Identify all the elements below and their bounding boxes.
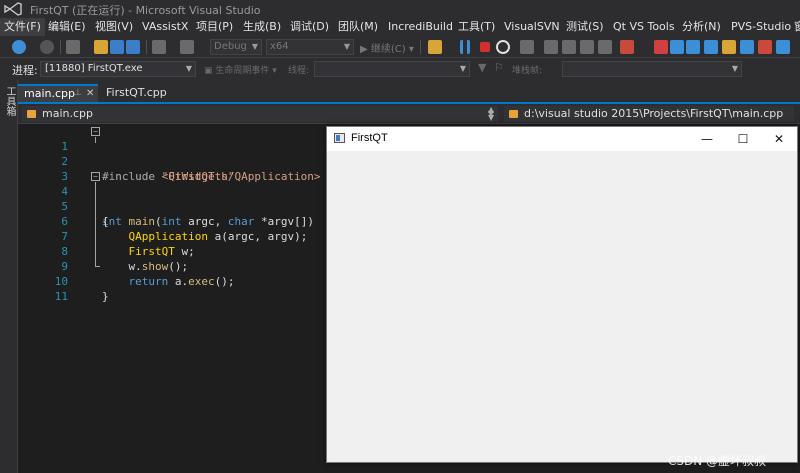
- file-scope-icon: [27, 110, 36, 118]
- menu-analyze[interactable]: 分析(N): [678, 18, 725, 36]
- maximize-button[interactable]: ☐: [725, 127, 761, 151]
- document-tabs: main.cpp ⊥ ✕ FirstQT.cpp: [18, 84, 800, 102]
- stackframe-select[interactable]: ▼: [562, 61, 742, 77]
- lifecycle-events-button[interactable]: ▣ 生命周期事件 ▾: [204, 63, 277, 76]
- app-window-client-area[interactable]: [327, 151, 797, 462]
- show-next-statement-icon[interactable]: [520, 40, 534, 54]
- restart-icon[interactable]: [496, 40, 510, 54]
- close-tab-icon[interactable]: ✕: [86, 86, 94, 101]
- platform-select[interactable]: x64 ▼: [266, 39, 354, 55]
- qt-designer-icon[interactable]: [670, 40, 684, 54]
- find-icon[interactable]: [704, 40, 718, 54]
- step-out-icon[interactable]: [580, 40, 594, 54]
- scroll-arrows-icon[interactable]: ▲ ▼: [488, 106, 494, 122]
- member-icon: [509, 110, 518, 118]
- process-select[interactable]: [11880] FirstQT.exe ▼: [40, 61, 196, 77]
- menu-pvs-studio[interactable]: PVS-Studio: [727, 18, 795, 36]
- toolbox-label[interactable]: 工具箱: [3, 86, 15, 116]
- menu-test[interactable]: 测试(S): [562, 18, 608, 36]
- step-over-icon[interactable]: [562, 40, 576, 54]
- tool-icon[interactable]: [758, 40, 772, 54]
- standard-toolbar: Debug ▼ x64 ▼ ▶ 继续(C) ▾: [0, 36, 800, 58]
- tab-label: FirstQT.cpp: [106, 86, 167, 99]
- pin-icon[interactable]: ⊥: [74, 86, 82, 101]
- menu-file[interactable]: 文件(F): [0, 18, 45, 36]
- back-icon[interactable]: [12, 40, 26, 54]
- minimize-button[interactable]: —: [689, 127, 725, 151]
- title-bar: FirstQT (正在运行) - Microsoft Visual Studio: [0, 0, 800, 18]
- code-text: }: [102, 290, 109, 303]
- scope-select[interactable]: main.cpp ▼: [22, 106, 498, 122]
- firstqt-app-window[interactable]: FirstQT — ☐ ✕: [326, 126, 798, 463]
- tab-firstqt-cpp[interactable]: FirstQT.cpp: [100, 84, 180, 102]
- filter-icon[interactable]: ▼: [478, 61, 486, 74]
- undo-icon[interactable]: [152, 40, 166, 54]
- menu-incredibuild[interactable]: IncrediBuild: [384, 18, 457, 36]
- refactor-icon[interactable]: [740, 40, 754, 54]
- visual-studio-logo-icon: [4, 2, 22, 16]
- thread-select[interactable]: ▼: [314, 61, 470, 77]
- save-all-icon[interactable]: [126, 40, 140, 54]
- stackframe-label: 堆栈帧:: [512, 66, 543, 76]
- thread-label: 线程:: [288, 66, 310, 76]
- pvs-icon[interactable]: [722, 40, 736, 54]
- menu-window[interactable]: 窗: [790, 18, 800, 36]
- new-project-icon[interactable]: [66, 40, 80, 54]
- menu-vassistx[interactable]: VAssistX: [138, 18, 192, 36]
- qt-tool-icon[interactable]: [654, 40, 668, 54]
- extension-icon[interactable]: [776, 40, 790, 54]
- step-into-icon[interactable]: [544, 40, 558, 54]
- process-label: 进程:: [12, 64, 38, 77]
- menu-project[interactable]: 项目(P): [192, 18, 237, 36]
- fold-collapse-icon[interactable]: −: [91, 172, 100, 181]
- close-button[interactable]: ✕: [761, 127, 797, 151]
- app-window-icon: [334, 133, 345, 143]
- menu-visualsvn[interactable]: VisualSVN: [500, 18, 564, 36]
- configuration-select[interactable]: Debug ▼: [210, 39, 262, 55]
- menu-team[interactable]: 团队(M): [334, 18, 382, 36]
- app-window-titlebar[interactable]: FirstQT — ☐ ✕: [327, 127, 797, 151]
- menu-build[interactable]: 生成(B): [239, 18, 285, 36]
- save-icon[interactable]: [110, 40, 124, 54]
- menu-tools[interactable]: 工具(T): [454, 18, 499, 36]
- menu-edit[interactable]: 编辑(E): [44, 18, 90, 36]
- menu-debug[interactable]: 调试(D): [286, 18, 333, 36]
- fold-collapse-icon[interactable]: −: [91, 127, 100, 136]
- window-title: FirstQT (正在运行) - Microsoft Visual Studio: [30, 4, 261, 17]
- menu-bar: 文件(F) 编辑(E) 视图(V) VAssistX 项目(P) 生成(B) 调…: [0, 18, 800, 36]
- navigation-bar: main.cpp ▼ ▲ ▼ d:\visual studio 2015\Proj…: [18, 104, 800, 124]
- open-folder-icon[interactable]: [94, 40, 108, 54]
- watermark-text: CSDN @虚坏叔叔: [668, 454, 767, 468]
- continue-button[interactable]: ▶ 继续(C) ▾: [360, 40, 414, 55]
- flag-icon[interactable]: ⚐: [494, 61, 504, 74]
- file-path-select[interactable]: d:\visual studio 2015\Projects\FirstQT\m…: [504, 106, 794, 122]
- line-number: 11: [54, 290, 68, 303]
- toolbox-sidebar[interactable]: 工具箱: [0, 80, 18, 473]
- menu-qt-vs-tools[interactable]: Qt VS Tools: [609, 18, 679, 36]
- tab-label: main.cpp: [24, 87, 75, 100]
- tab-main-cpp[interactable]: main.cpp ⊥ ✕: [18, 84, 98, 102]
- breakpoint-icon[interactable]: [620, 40, 634, 54]
- debug-location-toolbar: 进程: [11880] FirstQT.exe ▼ ▣ 生命周期事件 ▾ 线程: …: [0, 58, 800, 80]
- menu-view[interactable]: 视图(V): [91, 18, 137, 36]
- pause-icon[interactable]: [460, 40, 470, 54]
- debug-target-icon[interactable]: [428, 40, 442, 54]
- app-window-title: FirstQT: [351, 132, 388, 144]
- redo-icon[interactable]: [180, 40, 194, 54]
- forward-icon[interactable]: [40, 40, 54, 54]
- qt-linguist-icon[interactable]: [686, 40, 700, 54]
- stop-icon[interactable]: [480, 42, 490, 52]
- hex-icon[interactable]: [598, 40, 612, 54]
